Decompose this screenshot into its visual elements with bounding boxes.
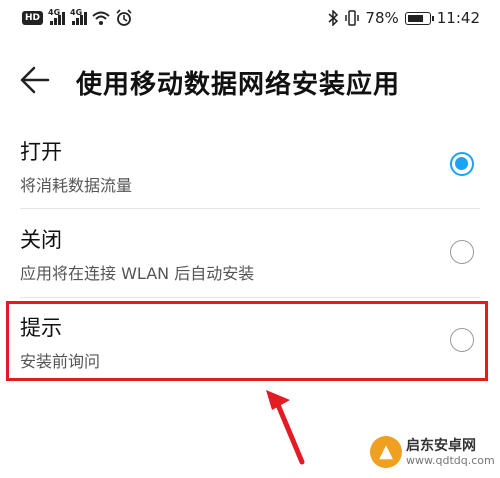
watermark-name: 启东安卓网 [406,437,476,454]
annotation-arrow-icon [266,390,305,465]
watermark: ▲ 启东安卓网 www.qdtdq.com [370,436,495,468]
watermark-logo-icon: ▲ [370,436,402,468]
watermark-url: www.qdtdq.com [406,453,495,467]
